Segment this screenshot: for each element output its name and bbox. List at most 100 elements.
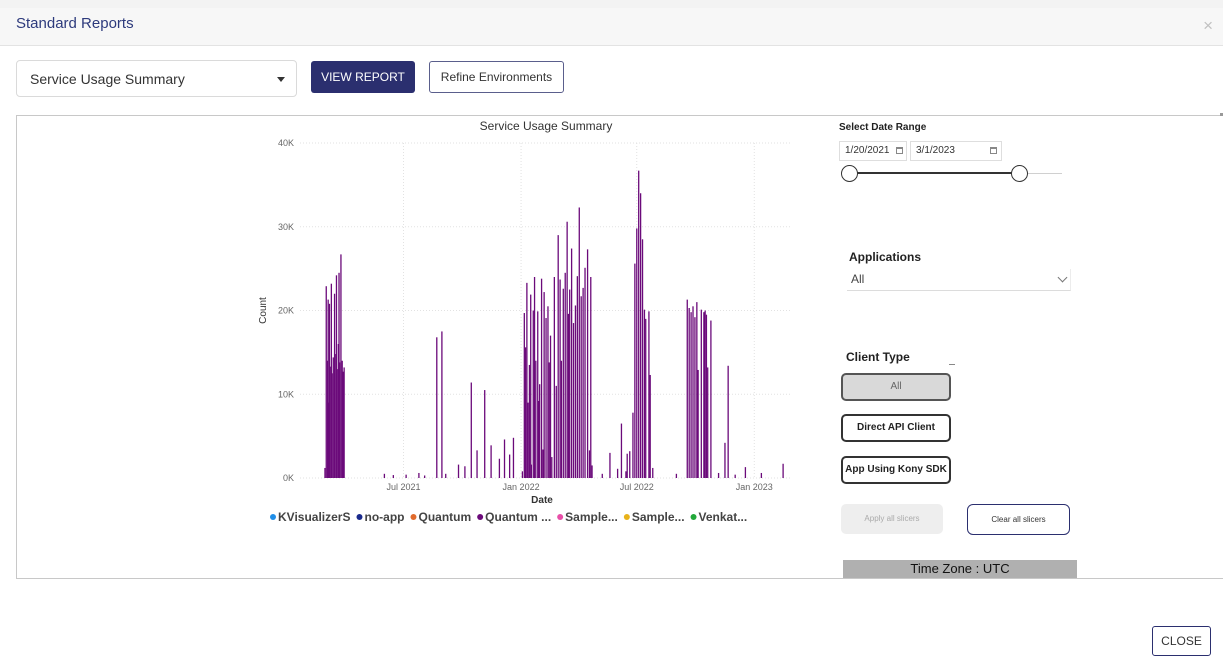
legend-marker [690, 514, 697, 520]
report-select[interactable]: Service Usage Summary [16, 60, 297, 97]
chart-bar [643, 309, 646, 478]
start-date-value: 1/20/2021 [845, 145, 890, 156]
client-type-label: Client Type [846, 350, 910, 364]
date-slider-start-handle[interactable] [841, 165, 858, 182]
chart-bar [564, 272, 566, 478]
chart-bar [548, 362, 550, 478]
legend-item: Quantum ... [485, 510, 551, 524]
chart-bar [652, 467, 654, 478]
chart-bar [649, 374, 651, 478]
chart-bar [686, 299, 688, 478]
chart-bar [540, 278, 543, 478]
chevron-down-icon [1057, 272, 1068, 283]
start-date-input[interactable]: 1/20/2021 [839, 141, 907, 161]
chart-bar [464, 466, 466, 478]
chart-bar [526, 282, 528, 478]
date-range-label: Select Date Range [839, 122, 927, 133]
chart-bar [383, 473, 386, 478]
chart-bar [335, 275, 338, 478]
legend-item: Sample... [632, 510, 685, 524]
standard-reports-modal: Standard Reports × Service Usage Summary… [0, 0, 1223, 663]
time-zone-label: Time Zone : UTC [843, 560, 1077, 578]
chart-bar [436, 337, 438, 478]
x-tick-label: Jan 2022 [503, 482, 540, 492]
report-frame: Service Usage Summary 0K 10K 20K 30K 40K Jul 2… [16, 115, 1223, 579]
chart-bar [609, 452, 611, 478]
chart-bar [528, 364, 531, 478]
x-tick-label: Jan 2023 [736, 482, 773, 492]
x-tick-label: Jul 2021 [386, 482, 420, 492]
chart-bar [457, 464, 460, 478]
legend-marker [623, 514, 630, 520]
chart-bar [343, 367, 345, 478]
chart-bar [578, 207, 580, 479]
chart-bar [553, 277, 556, 478]
chart-bar [580, 296, 582, 478]
chart-bar [588, 450, 591, 478]
chart-bar [694, 317, 696, 478]
client-type-all-button[interactable]: All [841, 373, 951, 401]
chart-bar [524, 347, 527, 478]
calendar-icon[interactable] [990, 147, 997, 154]
applications-select[interactable]: All [847, 269, 1071, 291]
client-type-kony-sdk-button[interactable]: App Using Kony SDK [841, 456, 951, 484]
applications-value: All [851, 272, 865, 286]
y-axis-label: Count [258, 297, 269, 324]
chart-bar [576, 276, 579, 478]
chart-bar [574, 305, 577, 478]
chart-bar [782, 463, 784, 478]
date-slider-end-handle[interactable] [1011, 165, 1028, 182]
chart-bar [549, 335, 552, 478]
end-date-value: 3/1/2023 [916, 145, 955, 156]
chart-bar [567, 313, 570, 478]
chart-bar [392, 475, 394, 478]
chart-bar [703, 312, 705, 478]
legend-marker [410, 514, 417, 520]
chart-bar [441, 331, 443, 478]
chart-bar [328, 303, 331, 478]
chart-bar [586, 249, 589, 478]
close-icon[interactable]: × [1203, 17, 1213, 34]
chart-bar [629, 451, 631, 478]
date-slider-fill [850, 172, 1020, 174]
chart-bar [527, 402, 529, 478]
view-report-button[interactable]: VIEW REPORT [311, 61, 415, 93]
modal-title: Standard Reports [16, 15, 134, 32]
chart-bar [547, 306, 549, 478]
chart-bar [639, 193, 642, 478]
chart-bar [484, 390, 486, 478]
chart-bar [331, 373, 333, 478]
chart-bar [405, 474, 407, 478]
chart-bar [557, 235, 559, 478]
caret-down-icon [277, 77, 285, 82]
chart-bar [470, 382, 472, 478]
chart-bar [717, 472, 720, 478]
chart-bar [543, 292, 545, 478]
y-tick-label: 40K [278, 138, 294, 148]
chart-bar [690, 312, 692, 478]
chart-bar [423, 475, 426, 478]
slicer-menu-icon[interactable] [949, 364, 955, 365]
y-tick-label: 20K [278, 306, 294, 316]
client-type-direct-api-button[interactable]: Direct API Client [841, 414, 951, 442]
chart-bar [724, 442, 726, 478]
chart-bar [634, 263, 636, 478]
end-date-input[interactable]: 3/1/2023 [910, 141, 1002, 161]
chart-bar [616, 468, 619, 478]
chart-bar [555, 385, 557, 478]
chart-bar [537, 400, 540, 478]
close-button[interactable]: CLOSE [1152, 626, 1211, 656]
chart-bar [704, 310, 706, 478]
apply-all-slicers-button[interactable]: Apply all slicers [841, 504, 943, 534]
chart-bar [476, 450, 478, 478]
clear-all-slicers-button[interactable]: Clear all slicers [967, 504, 1070, 535]
modal-header: Standard Reports × [0, 8, 1223, 46]
calendar-icon[interactable] [896, 147, 903, 154]
top-strip [0, 0, 1223, 8]
chart-bar [340, 254, 342, 478]
chart-bar [696, 302, 698, 478]
chart-bar [542, 449, 544, 478]
refine-environments-button[interactable]: Refine Environments [429, 61, 564, 93]
chart-bar [648, 311, 650, 478]
chart-bar [734, 474, 736, 478]
